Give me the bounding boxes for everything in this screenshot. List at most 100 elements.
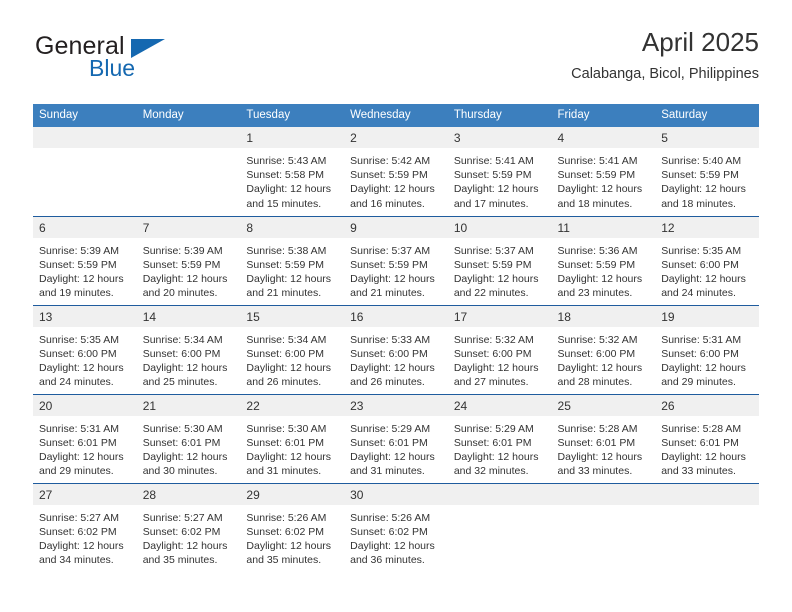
weekday-header-row: Sunday Monday Tuesday Wednesday Thursday… [33,104,759,127]
calendar-week-row: 13 Sunrise: 5:35 AM Sunset: 6:00 PM Dayligh… [33,305,759,395]
daylight-text: Daylight: 12 hours and 31 minutes. [350,450,435,478]
calendar-day-cell[interactable]: 21 Sunrise: 5:30 AM Sunset: 6:01 PM Dayligh… [136,394,241,484]
calendar-day-cell[interactable]: 30 Sunrise: 5:26 AM Sunset: 6:02 PM Dayligh… [344,483,448,572]
calendar-page: General Blue April 2025 Calabanga, Bicol… [0,0,792,612]
calendar-day-cell[interactable]: 3 Sunrise: 5:41 AM Sunset: 5:59 PM Daylight… [447,127,552,217]
calendar-day-cell[interactable]: 5 Sunrise: 5:40 AM Sunset: 5:59 PM Daylight… [655,127,759,217]
daylight-text: Daylight: 12 hours and 26 minutes. [246,361,332,389]
calendar-day-cell[interactable]: 15 Sunrise: 5:34 AM Sunset: 6:00 PM Dayligh… [240,305,345,395]
sunrise-text: Sunrise: 5:35 AM [39,333,119,346]
day-number: 5 [655,127,759,148]
day-details: Sunrise: 5:38 AM Sunset: 5:59 PM Daylight:… [240,238,344,301]
sunrise-text: Sunrise: 5:27 AM [142,511,223,524]
sunset-text: Sunset: 5:59 PM [453,169,532,182]
sunrise-text: Sunrise: 5:43 AM [246,155,327,167]
day-details: Sunrise: 5:39 AM Sunset: 5:59 PM Daylight:… [33,238,137,301]
day-details: Sunrise: 5:26 AM Sunset: 6:02 PM Daylight:… [240,505,344,568]
day-number: 6 [33,216,137,238]
calendar-week-row: 20 Sunrise: 5:31 AM Sunset: 6:01 PM Dayligh… [33,394,759,484]
day-number: 14 [136,305,241,327]
sunset-text: Sunset: 5:59 PM [350,169,428,182]
day-number [33,127,137,148]
day-details: Sunrise: 5:35 AM Sunset: 6:00 PM Daylight:… [33,327,137,390]
day-details: Sunrise: 5:41 AM Sunset: 5:59 PM Daylight:… [552,148,656,211]
calendar-day-cell[interactable]: 28 Sunrise: 5:27 AM Sunset: 6:02 PM Dayligh… [136,483,241,572]
calendar-day-cell[interactable]: 18 Sunrise: 5:32 AM Sunset: 6:00 PM Dayligh… [551,305,656,395]
daylight-text: Daylight: 12 hours and 20 minutes. [142,272,228,300]
calendar-day-cell[interactable]: 26 Sunrise: 5:28 AM Sunset: 6:01 PM Dayligh… [655,394,759,484]
daylight-text: Daylight: 12 hours and 34 minutes. [39,539,124,567]
calendar-day-cell[interactable]: 6 Sunrise: 5:39 AM Sunset: 5:59 PM Daylight… [33,216,137,306]
weekday-header-wednesday: Wednesday [344,104,448,127]
calendar-day-cell[interactable]: 8 Sunrise: 5:38 AM Sunset: 5:59 PM Daylight… [240,216,345,306]
calendar-day-cell[interactable]: 25 Sunrise: 5:28 AM Sunset: 6:01 PM Dayligh… [551,394,656,484]
calendar-day-cell[interactable]: 1 Sunrise: 5:43 AM Sunset: 5:58 PM Daylight… [240,127,345,217]
calendar-day-cell[interactable]: 13 Sunrise: 5:35 AM Sunset: 6:00 PM Dayligh… [33,305,137,395]
page-header: General Blue April 2025 Calabanga, Bicol… [33,26,759,96]
day-details: Sunrise: 5:35 AM Sunset: 6:00 PM Daylight:… [655,238,759,301]
sunrise-text: Sunrise: 5:29 AM [453,422,534,435]
day-details: Sunrise: 5:43 AM Sunset: 5:58 PM Daylight:… [240,148,344,211]
day-details: Sunrise: 5:36 AM Sunset: 5:59 PM Daylight:… [552,238,656,301]
day-details: Sunrise: 5:39 AM Sunset: 5:59 PM Daylight:… [137,238,241,301]
day-number: 4 [551,127,656,148]
calendar-day-cell-empty [447,483,552,572]
sunset-text: Sunset: 6:00 PM [557,347,636,360]
day-number: 20 [33,394,137,416]
logo-triangle-icon [131,39,165,58]
daylight-text: Daylight: 12 hours and 33 minutes. [661,450,746,478]
weekday-header-tuesday: Tuesday [240,104,345,127]
weekday-header-thursday: Thursday [447,104,552,127]
daylight-text: Daylight: 12 hours and 25 minutes. [142,361,228,389]
daylight-text: Daylight: 12 hours and 19 minutes. [39,272,124,300]
day-details: Sunrise: 5:32 AM Sunset: 6:00 PM Daylight:… [552,327,656,390]
sunset-text: Sunset: 6:00 PM [350,347,428,360]
daylight-text: Daylight: 12 hours and 24 minutes. [661,272,746,300]
calendar-day-cell[interactable]: 7 Sunrise: 5:39 AM Sunset: 5:59 PM Daylight… [136,216,241,306]
daylight-text: Daylight: 12 hours and 36 minutes. [350,539,435,567]
daylight-text: Daylight: 12 hours and 26 minutes. [350,361,435,389]
weekday-header-monday: Monday [136,104,241,127]
calendar-day-cell[interactable]: 20 Sunrise: 5:31 AM Sunset: 6:01 PM Dayligh… [33,394,137,484]
daylight-text: Daylight: 12 hours and 32 minutes. [453,450,539,478]
calendar-day-cell[interactable]: 17 Sunrise: 5:32 AM Sunset: 6:00 PM Dayligh… [447,305,552,395]
calendar-day-cell[interactable]: 27 Sunrise: 5:27 AM Sunset: 6:02 PM Dayligh… [33,483,137,572]
day-number: 22 [240,394,345,416]
daylight-text: Daylight: 12 hours and 21 minutes. [246,272,332,300]
day-number [655,483,759,505]
sunrise-text: Sunrise: 5:30 AM [142,422,223,435]
daylight-text: Daylight: 12 hours and 31 minutes. [246,450,332,478]
calendar-day-cell[interactable]: 16 Sunrise: 5:33 AM Sunset: 6:00 PM Dayligh… [344,305,448,395]
location-subtitle: Calabanga, Bicol, Philippines [571,66,759,82]
calendar-day-cell[interactable]: 29 Sunrise: 5:26 AM Sunset: 6:02 PM Dayligh… [240,483,345,572]
sunset-text: Sunset: 5:59 PM [453,258,532,271]
sunset-text: Sunset: 6:02 PM [350,525,428,538]
calendar-day-cell[interactable]: 4 Sunrise: 5:41 AM Sunset: 5:59 PM Daylight… [551,127,656,217]
sunset-text: Sunset: 6:00 PM [142,347,221,360]
day-details: Sunrise: 5:28 AM Sunset: 6:01 PM Daylight:… [655,416,759,479]
calendar-day-cell[interactable]: 14 Sunrise: 5:34 AM Sunset: 6:00 PM Dayligh… [136,305,241,395]
sunset-text: Sunset: 6:01 PM [661,436,739,449]
calendar-day-cell[interactable]: 23 Sunrise: 5:29 AM Sunset: 6:01 PM Dayligh… [344,394,448,484]
day-details: Sunrise: 5:27 AM Sunset: 6:02 PM Daylight:… [137,505,241,568]
calendar-day-cell[interactable]: 12 Sunrise: 5:35 AM Sunset: 6:00 PM Dayligh… [655,216,759,306]
sunset-text: Sunset: 6:02 PM [39,525,117,538]
sunrise-text: Sunrise: 5:41 AM [453,155,534,167]
day-number [551,483,656,505]
sunrise-text: Sunrise: 5:31 AM [661,333,742,346]
calendar-day-cell-empty [655,483,759,572]
calendar-day-cell[interactable]: 10 Sunrise: 5:37 AM Sunset: 5:59 PM Dayligh… [447,216,552,306]
sunrise-text: Sunrise: 5:41 AM [557,155,638,167]
calendar-day-cell[interactable]: 9 Sunrise: 5:37 AM Sunset: 5:59 PM Daylight… [344,216,448,306]
calendar-day-cell[interactable]: 22 Sunrise: 5:30 AM Sunset: 6:01 PM Dayligh… [240,394,345,484]
general-blue-logo: General Blue [33,26,293,86]
calendar-day-cell[interactable]: 11 Sunrise: 5:36 AM Sunset: 5:59 PM Dayligh… [551,216,656,306]
day-number: 7 [136,216,241,238]
day-details: Sunrise: 5:33 AM Sunset: 6:00 PM Daylight:… [344,327,448,390]
calendar-day-cell[interactable]: 2 Sunrise: 5:42 AM Sunset: 5:59 PM Daylight… [344,127,448,217]
day-details: Sunrise: 5:37 AM Sunset: 5:59 PM Daylight:… [448,238,552,301]
sunset-text: Sunset: 6:00 PM [661,347,739,360]
calendar-day-cell[interactable]: 24 Sunrise: 5:29 AM Sunset: 6:01 PM Dayligh… [447,394,552,484]
day-details: Sunrise: 5:29 AM Sunset: 6:01 PM Daylight:… [448,416,552,479]
calendar-day-cell[interactable]: 19 Sunrise: 5:31 AM Sunset: 6:00 PM Dayligh… [655,305,759,395]
